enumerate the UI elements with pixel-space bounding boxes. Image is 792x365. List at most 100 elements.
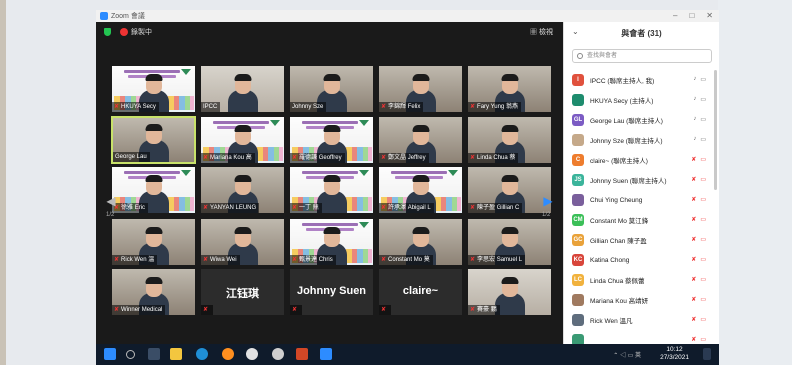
camera-icon[interactable]: ▭	[700, 156, 706, 163]
video-tile[interactable]: ✘ 李錦輝 Felix	[378, 65, 463, 113]
edge-icon[interactable]	[196, 348, 208, 360]
video-tile[interactable]: Johnny Sze	[289, 65, 374, 113]
participant-search-input[interactable]: 查找與會者	[572, 49, 712, 63]
system-clock[interactable]: 10:12 27/3/2021	[660, 346, 689, 362]
participant-row[interactable]: I IPCC (聯席主持人, 我) ♪ ▭	[564, 70, 714, 90]
camera-icon[interactable]: ▭	[700, 296, 706, 303]
video-tile[interactable]: ✘ 徐雅 Eric	[111, 166, 196, 214]
participant-name: claire~ (聯席主持人)	[590, 158, 648, 165]
video-tile[interactable]: George Lau	[111, 116, 196, 164]
participant-row[interactable]: GC Gillian Chan 陳子盈 ✘ ▭	[564, 230, 714, 250]
camera-icon[interactable]: ▭	[700, 316, 706, 323]
ime-indicator[interactable]: 英	[635, 353, 641, 359]
mic-icon[interactable]: ♪	[693, 96, 696, 103]
chrome-icon[interactable]	[272, 348, 284, 360]
mic-muted-icon[interactable]: ✘	[691, 236, 696, 243]
settings-icon[interactable]	[246, 348, 258, 360]
next-page-icon[interactable]: ▶	[543, 194, 553, 208]
participant-row[interactable]: LC Linda Chua 蔡佩蕾 ✘ ▭	[564, 270, 714, 290]
tile-name-label: ✘ HKUYA Secy	[112, 102, 159, 112]
camera-icon[interactable]: ▭	[700, 236, 706, 243]
video-tile[interactable]: ✘ 陳子盈 Gillian C	[467, 166, 552, 214]
view-button[interactable]: ▦ 檢視	[530, 27, 553, 37]
participant-row[interactable]: KC Katina Chong ✘ ▭	[564, 250, 714, 270]
participant-silhouette	[501, 227, 518, 234]
video-tile[interactable]: ✘ 甄景達 Chris	[289, 218, 374, 266]
video-tile[interactable]: ✘ 賽豪 鵬	[467, 268, 552, 316]
video-tile[interactable]: ✘ 李思宏 Samuel L	[467, 218, 552, 266]
camera-icon[interactable]: ▭	[700, 136, 706, 143]
participant-row[interactable]: Cclaire~ (聯席主持人) ✘ ▭	[564, 150, 714, 170]
video-tile[interactable]: ✘ Constant Mo 莫	[378, 218, 463, 266]
minimize-icon[interactable]: –	[673, 11, 677, 20]
zoom-taskbar-icon[interactable]	[320, 348, 332, 360]
mic-muted-icon[interactable]: ✘	[691, 156, 696, 163]
maximize-icon[interactable]: □	[689, 11, 694, 20]
mic-muted-icon[interactable]: ✘	[691, 216, 696, 223]
tile-name-text: 羅德謙 Geoffrey	[299, 155, 342, 161]
camera-icon[interactable]: ▭	[700, 76, 706, 83]
mic-icon[interactable]: ♪	[693, 76, 696, 83]
mic-icon[interactable]: ♪	[693, 136, 696, 143]
mic-muted-icon[interactable]: ✘	[691, 316, 696, 323]
security-shield-icon[interactable]	[104, 28, 111, 36]
participant-name: Katina Chong	[590, 256, 630, 264]
participant-row[interactable]: HKUYA Secy (主持人) ♪ ▭	[564, 90, 714, 110]
tile-name-label: ✘ 羅德謙 Geoffrey	[290, 153, 345, 163]
video-tile[interactable]: ✘ Mariana Kou 高	[200, 116, 285, 164]
video-tile[interactable]: ✘ 鄭文晶 Jeffrey	[378, 116, 463, 164]
video-tile[interactable]: ✘ HKUYA Secy	[111, 65, 196, 113]
camera-icon[interactable]: ▭	[700, 96, 706, 103]
video-tile[interactable]: Johnny Suen ✘	[289, 268, 374, 316]
video-tile[interactable]: ✘ Winner Medical	[111, 268, 196, 316]
camera-icon[interactable]: ▭	[700, 336, 706, 343]
recording-icon[interactable]	[120, 28, 128, 36]
video-tile[interactable]: 江钰琪 ✘	[200, 268, 285, 316]
firefox-icon[interactable]	[222, 348, 234, 360]
participant-row[interactable]: GL George Lau (聯席主持人) ♪ ▭	[564, 110, 714, 130]
participant-row[interactable]: CM Constant Mo 莫江鋒 ✘ ▭	[564, 210, 714, 230]
video-tile[interactable]: ✘ Linda Chua 蔡	[467, 116, 552, 164]
slide-graphic	[302, 171, 358, 174]
video-tile[interactable]: ✘ Fary Yung 翁燕	[467, 65, 552, 113]
camera-icon[interactable]: ▭	[700, 176, 706, 183]
mic-muted-icon[interactable]: ✘	[691, 176, 696, 183]
participant-row[interactable]: Johnny Sze (聯席主持人) ♪ ▭	[564, 130, 714, 150]
video-tile[interactable]: ✘ 羅德謙 Geoffrey	[289, 116, 374, 164]
video-tile[interactable]: IPCC	[200, 65, 285, 113]
video-tile[interactable]: ✘ Rick Wen 溫	[111, 218, 196, 266]
tile-name-label: ✘	[379, 305, 392, 315]
mic-muted-icon[interactable]: ✘	[691, 296, 696, 303]
search-icon[interactable]	[126, 350, 135, 359]
participant-status-icons: ✘ ▭	[691, 216, 706, 223]
powerpoint-icon[interactable]	[296, 348, 308, 360]
camera-icon[interactable]: ▭	[700, 256, 706, 263]
mic-muted-icon[interactable]: ✘	[691, 276, 696, 283]
video-tile[interactable]: ✘ 許承澤 Abigail L	[378, 166, 463, 214]
participant-row[interactable]: JS Johnny Suen (聯席主持人) ✘ ▭	[564, 170, 714, 190]
mic-icon[interactable]: ♪	[693, 116, 696, 123]
prev-page-icon[interactable]: ◀	[106, 194, 116, 208]
participant-row[interactable]: Rick Wen 溫凡 ✘ ▭	[564, 310, 714, 330]
mic-muted-icon[interactable]: ✘	[691, 196, 696, 203]
file-explorer-icon[interactable]	[170, 348, 182, 360]
participant-row[interactable]: ✘ ▭	[564, 330, 714, 344]
mic-muted-icon[interactable]: ✘	[691, 256, 696, 263]
mic-muted-icon[interactable]: ✘	[691, 336, 696, 343]
participant-row[interactable]: Mariana Kou 高靖妍 ✘ ▭	[564, 290, 714, 310]
mic-muted-icon: ✘	[470, 307, 476, 313]
start-button-icon[interactable]	[104, 348, 116, 360]
participant-row[interactable]: Chui Ying Cheung ✘ ▭	[564, 190, 714, 210]
camera-icon[interactable]: ▭	[700, 116, 706, 123]
notification-icon[interactable]	[703, 348, 711, 360]
video-tile[interactable]: ✘ YANYAN LEUNG	[200, 166, 285, 214]
camera-icon[interactable]: ▭	[700, 276, 706, 283]
camera-icon[interactable]: ▭	[700, 196, 706, 203]
close-icon[interactable]: ✕	[706, 11, 713, 20]
camera-icon[interactable]: ▭	[700, 216, 706, 223]
video-tile[interactable]: ✘ 一丁 鼎	[289, 166, 374, 214]
task-view-icon[interactable]	[148, 348, 160, 360]
video-tile[interactable]: ✘ Wiwa Wei	[200, 218, 285, 266]
video-tile[interactable]: claire~ ✘	[378, 268, 463, 316]
participant-list-scrollbar[interactable]	[714, 70, 717, 190]
